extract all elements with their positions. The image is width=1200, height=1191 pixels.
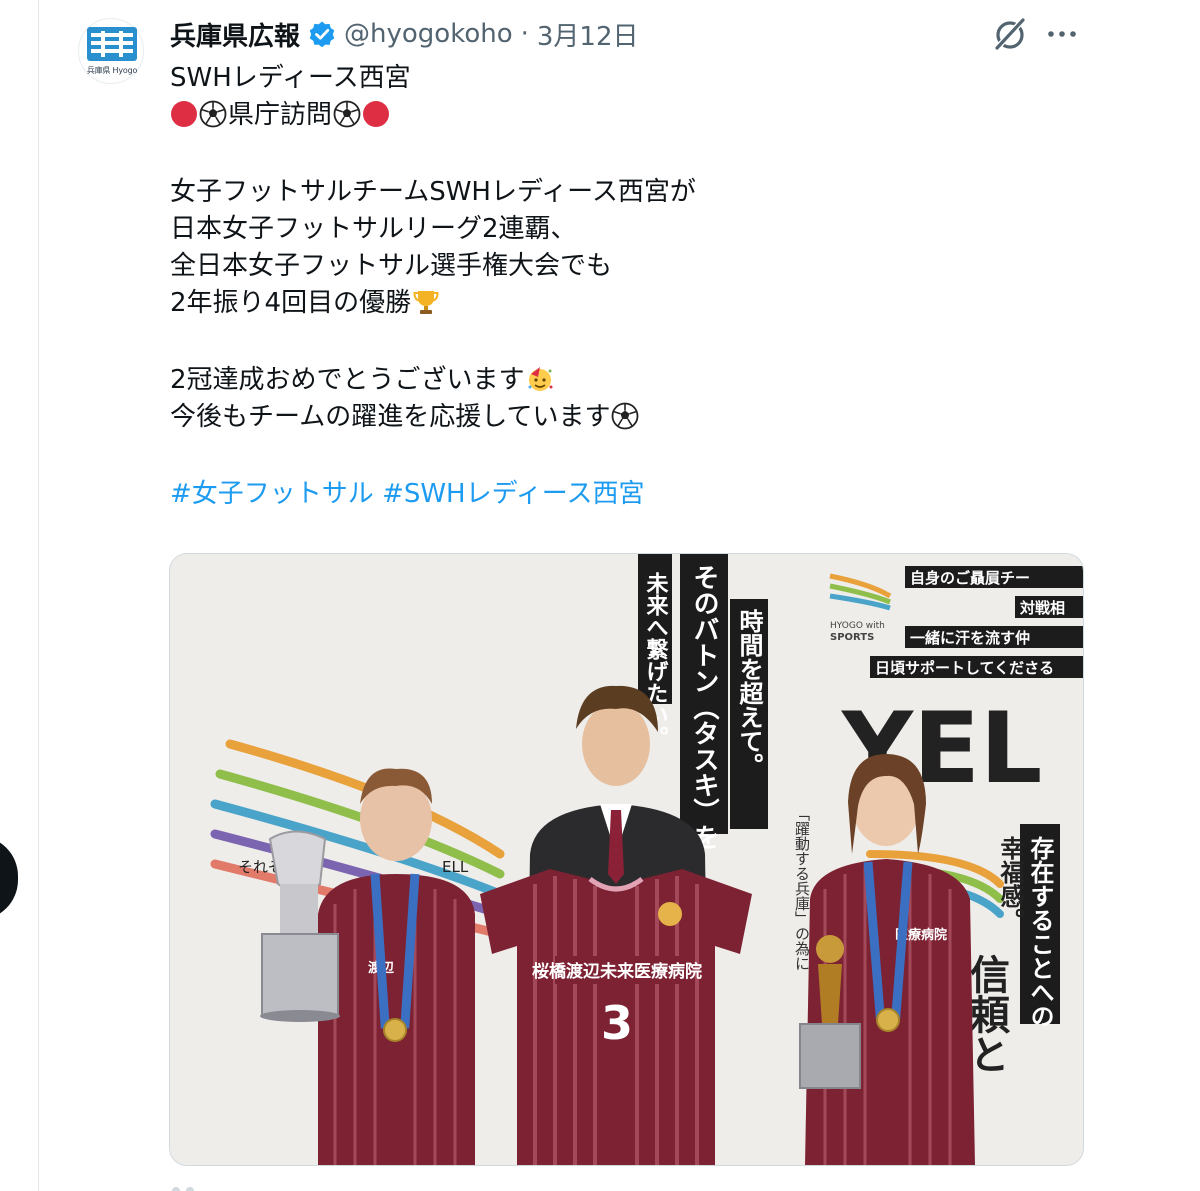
author-avatar[interactable]: 兵庫県 Hyogo (78, 18, 144, 84)
logo-caption-2: SPORTS (830, 632, 874, 643)
text-line-8: 今後もチームの躍進を応援しています (170, 399, 1070, 436)
jersey-sponsor: 桜橋渡辺未来医療病院 (532, 961, 702, 982)
banner-1: 自身のご贔屓チー (910, 569, 1030, 587)
tweet-text: SWHレディース西宮 県庁訪問 女子フットサルチームSWHレディース西宮が 日本… (170, 60, 1070, 513)
separator-dot: · (520, 19, 529, 49)
next-item-peek (172, 1187, 194, 1191)
soccer-ball-icon (612, 402, 639, 430)
trophy-icon (413, 291, 439, 314)
more-icon[interactable] (1044, 24, 1080, 44)
vertical-text-1: そのバトン（タスキ）を (689, 564, 719, 850)
text-line-7-main: 2冠達成おめでとうございます (170, 365, 525, 395)
text-line-4: 日本女子フットサルリーグ2連覇、 (170, 214, 577, 244)
red-circle-icon (171, 101, 197, 127)
photo-illustration: HYOGO with SPORTS 未来へ繋げたい。 そのバトン（タスキ）を 時… (170, 554, 1083, 1165)
text-line-1: SWHレディース西宮 (170, 63, 411, 93)
verified-badge-icon (309, 21, 335, 48)
bottom-left-text-2: ELL (442, 858, 469, 876)
jersey-number: 3 (601, 996, 633, 1050)
banner-4: 日頃サポートしてくださる (875, 659, 1054, 677)
text-line-8-main: 今後もチームの躍進を応援しています (170, 402, 611, 432)
soccer-ball-icon (199, 100, 227, 128)
text-line-3: 女子フットサルチームSWHレディース西宮が (170, 177, 696, 207)
right-vertical-4: 「躍動する兵庫」の為に (793, 806, 811, 971)
red-circle-icon (363, 101, 390, 127)
text-line-7: 2冠達成おめでとうございます (170, 362, 1070, 399)
author-handle[interactable]: @hyogokoho (344, 19, 513, 49)
grok-icon[interactable] (988, 14, 1032, 54)
soccer-ball-icon (333, 100, 361, 128)
text-line-2: 県庁訪問 (170, 97, 1070, 134)
hashtag-futsal[interactable]: #女子フットサル (170, 479, 374, 509)
hashtag-line: #女子フットサル #SWHレディース西宮 (170, 476, 1070, 513)
text-line-6-main: 2年振り4回目の優勝 (170, 288, 412, 318)
timeline-divider (38, 0, 39, 1191)
text-line-5: 全日本女子フットサル選手権大会でも (170, 251, 613, 281)
vertical-text-2: 時間を超えて。 (735, 609, 763, 777)
text-line-6: 2年振り4回目の優勝 (170, 285, 1070, 322)
tweet-header: 兵庫県広報 @hyogokoho · 3月12日 (170, 14, 639, 54)
right-vertical-1: 存在することへの (1026, 836, 1054, 1028)
logo-caption-1: HYOGO with (830, 621, 885, 631)
banner-2: 対戦相 (1019, 599, 1065, 617)
tweet-photo[interactable]: HYOGO with SPORTS 未来へ繋げたい。 そのバトン（タスキ）を 時… (169, 553, 1084, 1166)
tweet-page: 兵庫県 Hyogo 兵庫県広報 @hyogokoho · 3月12日 SWHレデ… (0, 0, 1200, 1191)
right-vertical-2: 幸福感。 (996, 836, 1025, 932)
banner-3: 一緒に汗を流す仲 (910, 629, 1030, 647)
avatar-caption: 兵庫県 Hyogo (86, 66, 138, 75)
post-date[interactable]: 3月12日 (537, 16, 639, 53)
hashtag-swh[interactable]: #SWHレディース西宮 (382, 479, 644, 509)
side-scroll-bubble[interactable] (0, 836, 18, 920)
text-line-2-main: 県庁訪問 (228, 100, 333, 130)
author-name[interactable]: 兵庫県広報 (170, 16, 300, 53)
hyogo-logo-icon (87, 27, 137, 61)
party-face-icon (528, 367, 553, 391)
